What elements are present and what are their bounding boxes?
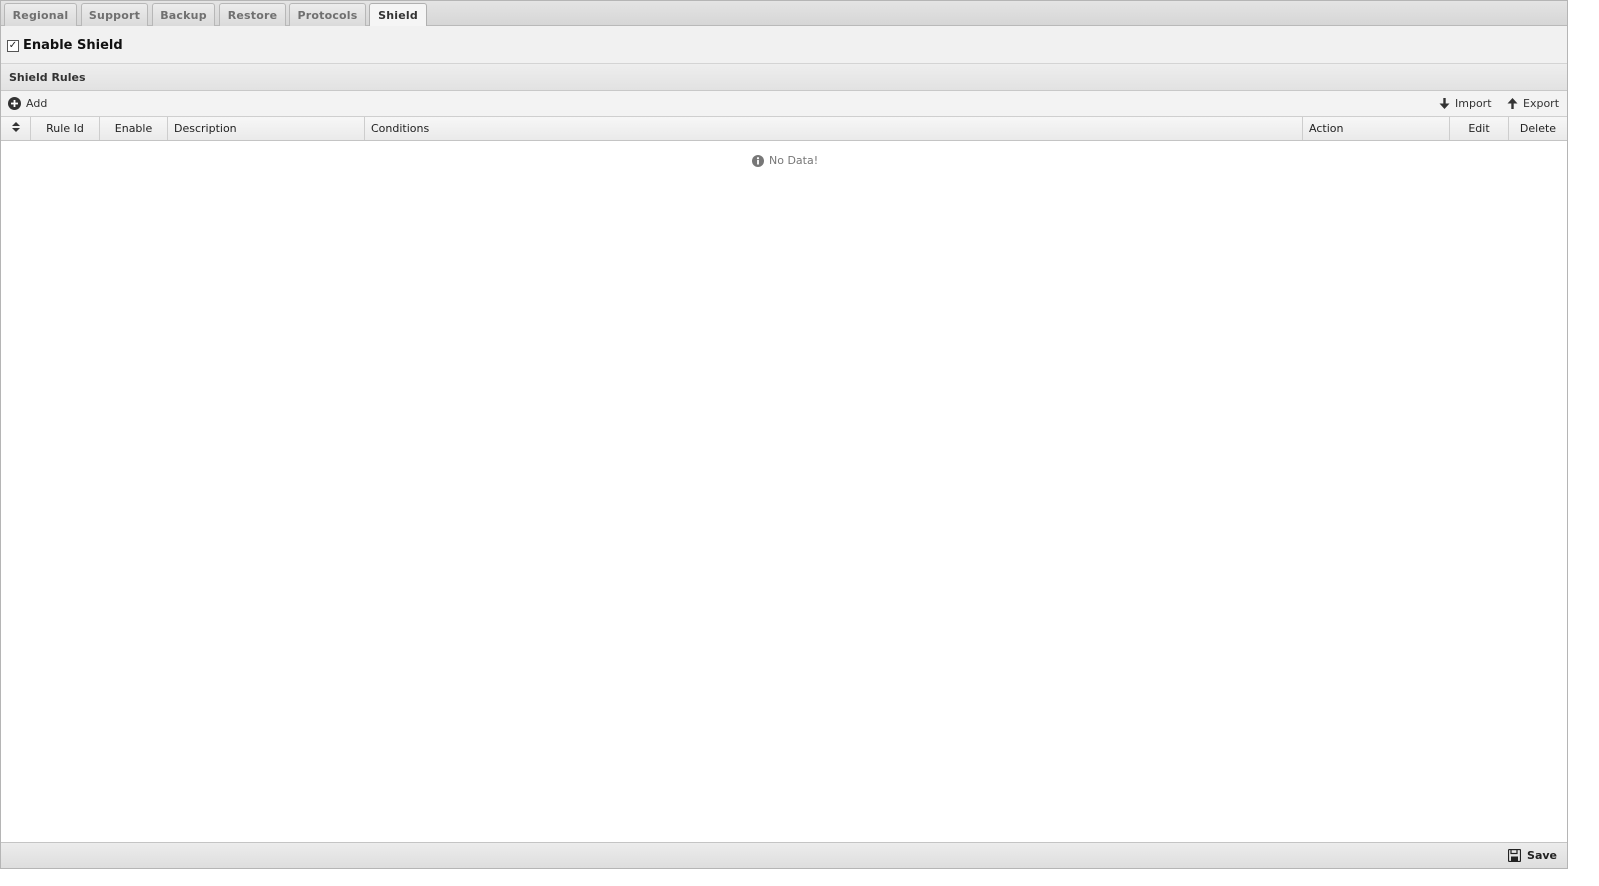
rules-toolbar: Add Import Export: [1, 91, 1567, 117]
add-button[interactable]: Add: [8, 97, 47, 110]
tab-restore[interactable]: Restore: [219, 3, 286, 26]
sort-column-header[interactable]: [1, 117, 31, 140]
empty-table-message: No Data!: [752, 154, 818, 167]
import-button-label: Import: [1455, 97, 1492, 110]
tab-support[interactable]: Support: [81, 3, 148, 26]
section-title: Shield Rules: [9, 71, 86, 84]
arrow-down-icon: [1439, 98, 1450, 109]
tab-protocols[interactable]: Protocols: [289, 3, 366, 26]
enable-shield-label: Enable Shield: [23, 38, 123, 53]
footer-bar: Save: [1, 842, 1567, 868]
tab-shield[interactable]: Shield: [369, 3, 427, 27]
tab-bar: Regional Support Backup Restore Protocol…: [1, 1, 1567, 27]
tab-backup[interactable]: Backup: [152, 3, 215, 26]
info-icon: [752, 154, 764, 167]
column-header-enable[interactable]: Enable: [100, 117, 168, 140]
settings-panel: Regional Support Backup Restore Protocol…: [0, 0, 1568, 869]
rules-table-header: Rule Id Enable Description Conditions Ac…: [1, 117, 1567, 141]
column-header-conditions[interactable]: Conditions: [365, 117, 1303, 140]
plus-circle-icon: [8, 97, 21, 110]
import-button[interactable]: Import: [1439, 97, 1492, 110]
no-data-text: No Data!: [769, 154, 819, 167]
save-button-label: Save: [1527, 849, 1557, 862]
column-header-action[interactable]: Action: [1303, 117, 1450, 140]
floppy-disk-icon: [1508, 849, 1522, 862]
sort-icon: [11, 122, 20, 135]
column-header-rule-id[interactable]: Rule Id: [31, 117, 100, 140]
column-header-description[interactable]: Description: [168, 117, 365, 140]
save-button[interactable]: Save: [1508, 849, 1557, 862]
column-header-delete[interactable]: Delete: [1509, 117, 1567, 140]
export-button-label: Export: [1523, 97, 1560, 110]
enable-shield-row: ✓ Enable Shield: [1, 26, 1567, 64]
column-header-edit[interactable]: Edit: [1450, 117, 1509, 140]
arrow-up-icon: [1507, 98, 1518, 109]
tab-regional[interactable]: Regional: [4, 3, 77, 26]
add-button-label: Add: [26, 97, 48, 110]
shield-rules-header: Shield Rules: [1, 64, 1567, 91]
export-button[interactable]: Export: [1507, 97, 1559, 110]
enable-shield-checkbox[interactable]: ✓: [7, 40, 19, 52]
